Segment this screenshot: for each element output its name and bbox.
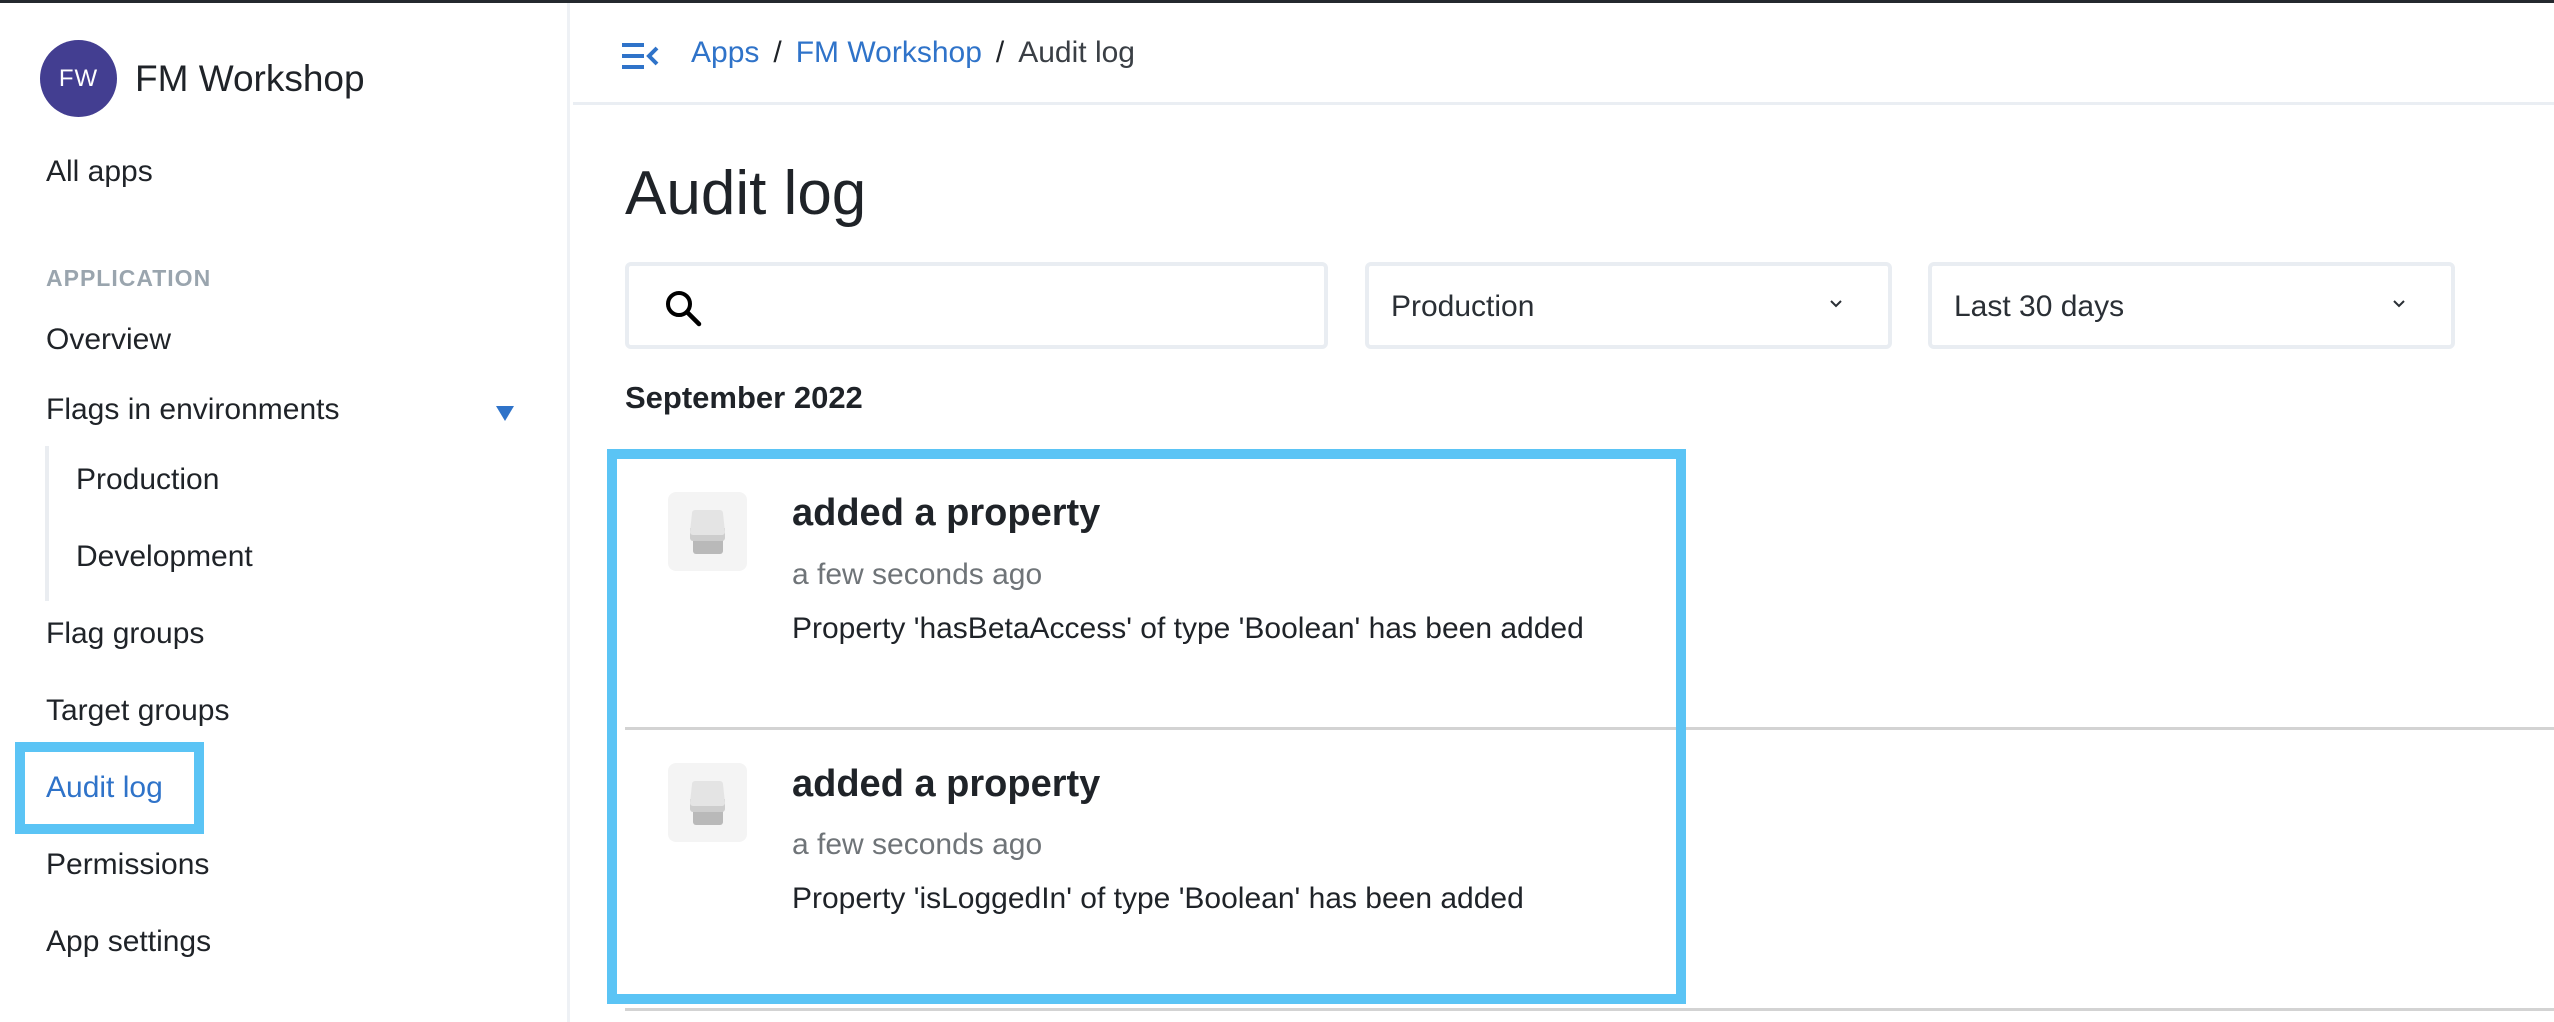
breadcrumb-fm-workshop[interactable]: FM Workshop [796,36,982,70]
sidebar-item-target-groups[interactable]: Target groups [46,694,229,728]
search-input[interactable] [719,276,1309,336]
application-section-label: APPLICATION [46,265,212,291]
sidebar-item-production[interactable]: Production [76,463,219,497]
breadcrumb-separator: / [995,36,1005,69]
breadcrumb-current: Audit log [1018,36,1135,69]
search-field[interactable] [625,262,1328,349]
sidebar-item-audit-log[interactable]: Audit log [46,771,163,805]
app-brand[interactable]: FW FM Workshop [40,40,365,117]
sidebar-item-overview[interactable]: Overview [46,323,171,357]
sidebar-item-flags-in-environments[interactable]: Flags in environments [46,393,339,427]
submenu-rail [45,446,49,601]
sidebar-item-development[interactable]: Development [76,540,253,574]
date-range-select-value: Last 30 days [1954,290,2125,323]
date-range-select[interactable]: Last 30 days [1928,262,2455,349]
page-title: Audit log [625,159,867,228]
entry-description: Property 'isLoggedIn' of type 'Boolean' … [792,882,1524,915]
entry-title: added a property [792,763,1101,805]
sidebar: FW FM Workshop All apps APPLICATION Over… [0,3,570,1022]
chevron-down-icon [2393,300,2405,308]
entry-timestamp: a few seconds ago [792,828,1043,861]
app-name: FM Workshop [135,57,365,99]
caret-down-icon[interactable] [496,406,514,421]
environment-select[interactable]: Production [1365,262,1892,349]
environment-select-value: Production [1391,290,1535,323]
entry-description: Property 'hasBetaAccess' of type 'Boolea… [792,612,1584,645]
entry-title: added a property [792,492,1101,534]
audit-log-entry[interactable]: added a property a few seconds ago Prope… [625,450,2554,730]
sidebar-item-app-settings[interactable]: App settings [46,925,211,959]
search-icon [666,291,702,327]
audit-log-entry[interactable]: added a property a few seconds ago Prope… [625,730,2554,1011]
property-stack-icon [668,492,747,571]
sidebar-item-flag-groups[interactable]: Flag groups [46,617,204,651]
month-heading: September 2022 [625,380,863,415]
all-apps-link[interactable]: All apps [46,155,153,189]
collapse-menu-icon[interactable] [622,42,660,70]
breadcrumb-separator: / [773,36,782,69]
entry-timestamp: a few seconds ago [792,558,1043,591]
property-stack-icon [668,763,747,842]
breadcrumb-apps[interactable]: Apps [691,36,759,70]
breadcrumb: Apps / FM Workshop / Audit log [691,36,1135,70]
app-avatar: FW [40,40,117,117]
chevron-down-icon [1830,300,1842,308]
sidebar-item-permissions[interactable]: Permissions [46,848,209,882]
top-header: Apps / FM Workshop / Audit log [573,3,2554,105]
